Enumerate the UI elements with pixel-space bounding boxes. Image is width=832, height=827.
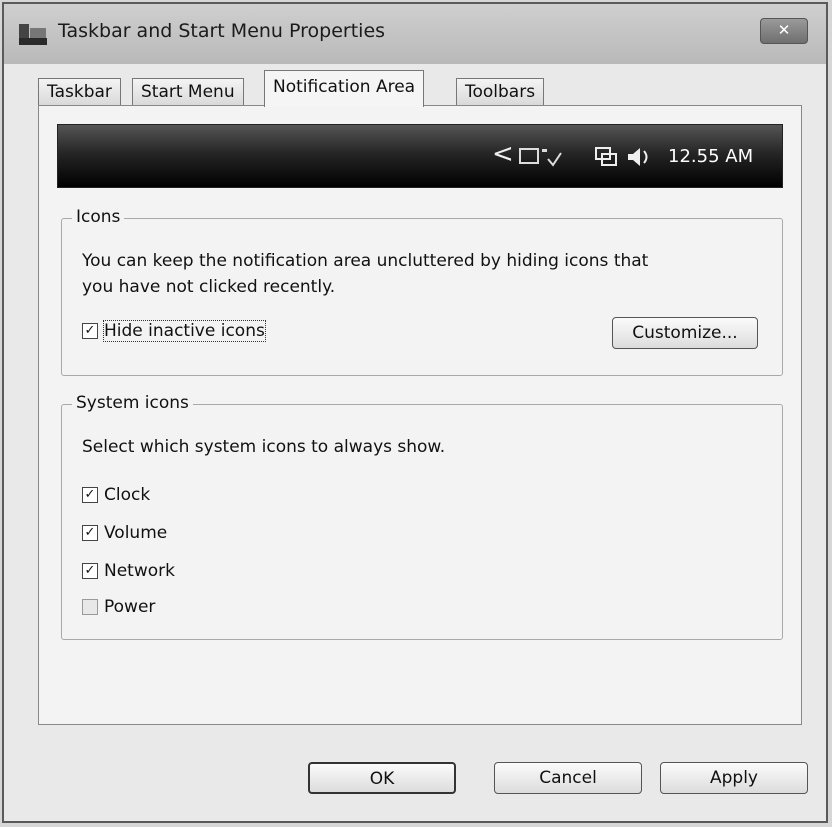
ok-button[interactable]: OK — [308, 762, 456, 794]
checkbox-checked-icon: ✓ — [82, 323, 98, 339]
window-title: Taskbar and Start Menu Properties — [58, 20, 386, 42]
taskbar-app-icon — [19, 24, 47, 45]
tab-label: Toolbars — [465, 82, 536, 102]
volume-checkbox[interactable]: ✓ Volume — [82, 521, 167, 545]
checkbox-unchecked-icon — [82, 599, 98, 615]
title-bar[interactable]: Taskbar and Start Menu Properties ✕ — [4, 4, 826, 64]
cancel-button[interactable]: Cancel — [494, 762, 642, 794]
icons-group-legend: Icons — [72, 207, 125, 227]
tab-taskbar[interactable]: Taskbar — [38, 78, 121, 106]
tray-icons-hidden — [519, 148, 562, 167]
clock-label: Clock — [104, 485, 151, 505]
tab-label: Taskbar — [47, 82, 112, 102]
chevron-left-icon: < — [492, 139, 514, 169]
properties-dialog: Taskbar and Start Menu Properties ✕ Task… — [2, 2, 828, 823]
notification-area-panel: < 12.55 AM Icons You can keep the notifi… — [38, 105, 802, 725]
apply-button[interactable]: Apply — [660, 762, 808, 794]
taskbar-clock: 12.55 AM — [668, 146, 754, 167]
tab-toolbars[interactable]: Toolbars — [456, 78, 545, 106]
taskbar-preview: < 12.55 AM — [57, 124, 783, 188]
tab-notification-area[interactable]: Notification Area — [264, 70, 425, 107]
customize-button[interactable]: Customize... — [612, 317, 758, 349]
checkbox-checked-icon: ✓ — [82, 487, 98, 503]
checkbox-checked-icon: ✓ — [82, 525, 98, 541]
hide-inactive-checkbox[interactable]: ✓ Hide inactive icons — [82, 319, 266, 343]
system-icons-legend: System icons — [72, 393, 193, 413]
network-volume-icons — [595, 147, 648, 166]
network-checkbox[interactable]: ✓ Network — [82, 559, 175, 583]
tab-label: Start Menu — [141, 82, 235, 102]
system-icons-description: Select which system icons to always show… — [82, 437, 446, 457]
tab-label: Notification Area — [273, 77, 416, 97]
icons-description-line1: You can keep the notification area unclu… — [82, 251, 649, 271]
power-label: Power — [104, 597, 156, 617]
network-label: Network — [104, 561, 175, 581]
volume-label: Volume — [104, 523, 168, 543]
icons-description-line2: you have not clicked recently. — [82, 277, 336, 297]
system-icons-group: System icons Select which system icons t… — [61, 393, 783, 640]
tab-start-menu[interactable]: Start Menu — [132, 78, 244, 106]
icons-group: Icons You can keep the notification area… — [61, 207, 783, 376]
checkbox-checked-icon: ✓ — [82, 563, 98, 579]
hide-inactive-label: Hide inactive icons — [103, 320, 266, 342]
close-button[interactable]: ✕ — [760, 18, 808, 44]
power-checkbox[interactable]: Power — [82, 595, 155, 619]
clock-checkbox[interactable]: ✓ Clock — [82, 483, 150, 507]
close-icon: ✕ — [777, 21, 791, 39]
